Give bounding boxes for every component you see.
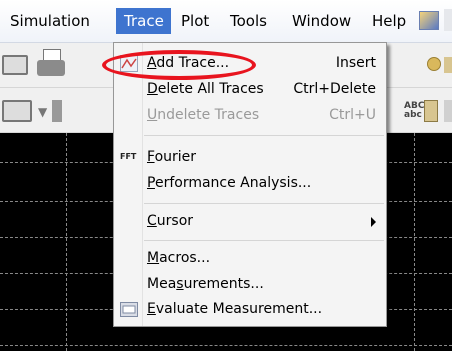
evaluate-measurement-icon bbox=[120, 302, 138, 317]
menu-item-delete-all-traces[interactable]: Delete All Traces Ctrl+Delete bbox=[114, 77, 386, 102]
fft-icon: FFT bbox=[120, 152, 137, 161]
menu-tools[interactable]: Tools bbox=[222, 8, 280, 34]
menu-item-macros[interactable]: Macros... bbox=[114, 246, 386, 271]
clip-icon[interactable] bbox=[424, 100, 438, 122]
menu-item-measurements[interactable]: Measurements... bbox=[114, 272, 386, 297]
toolbar-edge-icon-2 bbox=[444, 100, 452, 122]
menu-plot[interactable]: Plot bbox=[173, 8, 221, 34]
toolbar-edge-icon bbox=[444, 57, 452, 73]
new-plot-icon[interactable] bbox=[2, 100, 32, 122]
menu-help[interactable]: Help bbox=[364, 8, 414, 34]
window-icon[interactable] bbox=[2, 55, 28, 75]
print-icon[interactable] bbox=[36, 49, 66, 79]
menu-item-fourier[interactable]: FFT Fourier bbox=[114, 145, 386, 170]
menu-trace[interactable]: Trace bbox=[116, 8, 171, 34]
menu-separator bbox=[144, 135, 384, 136]
dropdown-arrow-icon[interactable]: ▼ bbox=[38, 106, 47, 118]
printer-body-icon bbox=[37, 60, 65, 76]
grid-line bbox=[0, 345, 452, 346]
menu-bar: Simulation Trace Plot Tools Window Help bbox=[0, 0, 452, 43]
text-label-icon[interactable]: ABC abc bbox=[404, 102, 424, 120]
menu-item-evaluate-measurement[interactable]: Evaluate Measurement... bbox=[114, 297, 386, 322]
document-icon[interactable] bbox=[52, 100, 62, 122]
menu-separator bbox=[144, 203, 384, 204]
menu-simulation[interactable]: Simulation bbox=[2, 8, 110, 34]
menu-item-performance-analysis[interactable]: Performance Analysis... bbox=[114, 171, 386, 196]
trace-menu-dropdown: Add Trace... Insert Delete All Traces Ct… bbox=[113, 42, 387, 327]
menu-window[interactable]: Window bbox=[284, 8, 362, 34]
highlight-ring bbox=[102, 50, 256, 80]
grid-line bbox=[66, 133, 67, 351]
probe-icon[interactable] bbox=[427, 57, 441, 71]
window-tile-icon[interactable] bbox=[419, 11, 439, 30]
grid-line bbox=[414, 133, 415, 351]
menu-item-cursor[interactable]: Cursor bbox=[114, 209, 386, 234]
menu-item-undelete-traces: Undelete Traces Ctrl+U bbox=[147, 107, 376, 123]
submenu-arrow-icon bbox=[371, 217, 376, 227]
menubar-edge bbox=[444, 9, 452, 31]
menu-separator bbox=[144, 240, 384, 241]
